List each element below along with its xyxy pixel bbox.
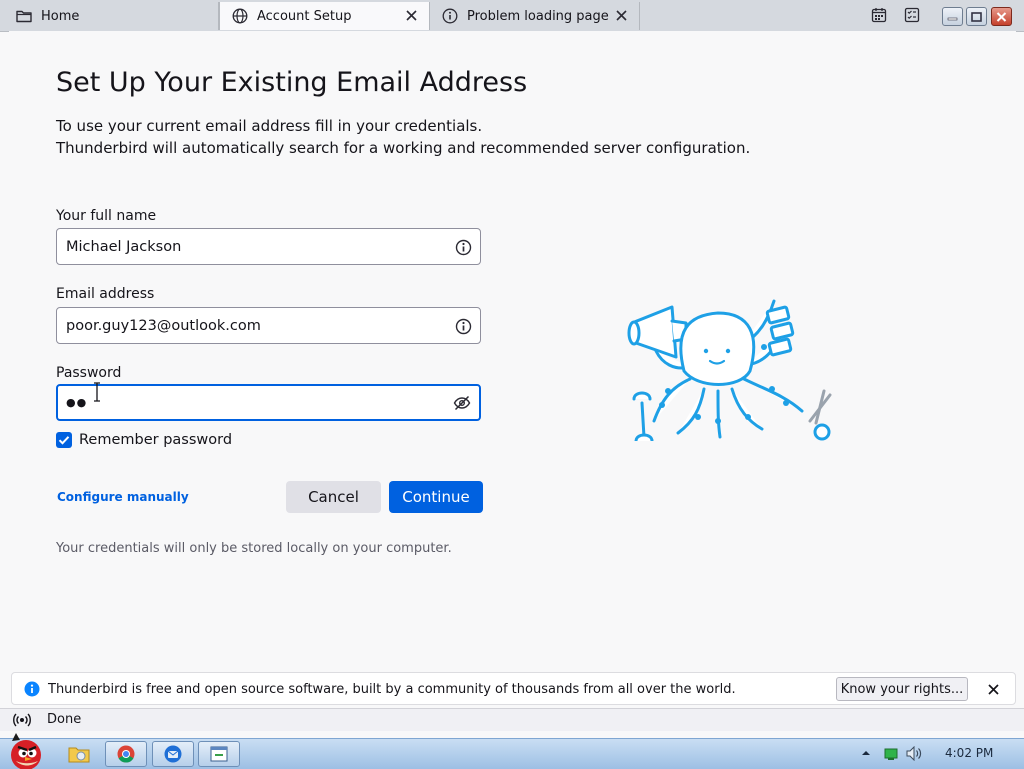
taskbar: 4:02 PM	[0, 733, 1024, 769]
account-setup-page: Set Up Your Existing Email Address To us…	[9, 31, 1016, 668]
remember-password-label: Remember password	[79, 432, 233, 448]
taskbar-google-chrome[interactable]	[105, 741, 147, 767]
email-value: poor.guy123@outlook.com	[66, 317, 261, 334]
tab-home[interactable]: Home	[4, 2, 219, 30]
start-button-angry-bird-icon[interactable]	[2, 731, 48, 769]
info-icon	[442, 8, 458, 24]
tab-problem-loading-page[interactable]: Problem loading page	[430, 2, 640, 30]
checkmark-icon[interactable]	[56, 432, 72, 448]
cancel-button[interactable]: Cancel	[286, 481, 381, 513]
remember-password-checkbox[interactable]: Remember password	[56, 431, 232, 449]
folder-icon	[68, 747, 90, 763]
description-line-2: Thunderbird will automatically search fo…	[56, 139, 751, 157]
notification-bar: Thunderbird is free and open source soft…	[11, 672, 1016, 705]
email-label: Email address	[56, 286, 155, 302]
folder-icon	[16, 8, 32, 24]
taskbar-windows-explorer[interactable]	[58, 741, 100, 767]
globe-icon	[232, 8, 248, 24]
close-window-button[interactable]	[991, 7, 1012, 26]
tab-account-setup[interactable]: Account Setup	[219, 2, 430, 30]
info-icon[interactable]	[454, 317, 472, 335]
maximize-button[interactable]	[966, 7, 987, 26]
octopus-mascot-illustration	[627, 299, 832, 441]
password-field[interactable]: ●●	[56, 384, 481, 421]
page-title: Set Up Your Existing Email Address	[56, 67, 528, 98]
info-icon	[24, 681, 40, 697]
thunderbird-icon	[164, 745, 182, 763]
email-field[interactable]: poor.guy123@outlook.com	[56, 307, 481, 344]
window-icon	[210, 746, 228, 762]
description-line-1: To use your current email address fill i…	[56, 117, 483, 135]
online-status-icon[interactable]	[13, 712, 31, 728]
status-bar: Done	[0, 708, 1024, 731]
close-tab-icon[interactable]	[403, 7, 419, 23]
configure-manually-link[interactable]: Configure manually	[57, 490, 189, 504]
taskbar-thunderbird[interactable]	[152, 741, 194, 767]
tab-label: Account Setup	[257, 8, 352, 24]
calendar-icon[interactable]	[871, 7, 887, 23]
power-status-icon[interactable]	[884, 747, 898, 760]
password-label: Password	[56, 365, 122, 381]
volume-icon[interactable]	[906, 746, 922, 761]
tab-label: Home	[41, 8, 80, 24]
text-cursor-icon	[94, 382, 100, 402]
system-clock[interactable]: 4:02 PM	[945, 746, 993, 760]
hide-password-icon[interactable]	[453, 394, 471, 412]
password-masked-value: ●●	[66, 396, 88, 409]
fullname-label: Your full name	[56, 208, 157, 224]
show-hidden-icons-icon[interactable]	[861, 748, 871, 758]
privacy-note: Your credentials will only be stored loc…	[56, 541, 452, 556]
info-icon[interactable]	[454, 238, 472, 256]
status-text: Done	[47, 712, 82, 727]
tasks-icon[interactable]	[904, 7, 920, 23]
notification-text: Thunderbird is free and open source soft…	[48, 682, 736, 697]
close-tab-icon[interactable]	[613, 7, 629, 23]
minimize-button[interactable]	[942, 7, 963, 26]
fullname-value: Michael Jackson	[66, 238, 182, 255]
tab-strip: Home Account Setup Problem loading page	[0, 0, 1024, 32]
chrome-icon	[117, 745, 135, 763]
close-notification-icon[interactable]	[985, 681, 1001, 697]
continue-button[interactable]: Continue	[389, 481, 483, 513]
know-your-rights-button[interactable]: Know your rights...	[836, 677, 968, 701]
taskbar-window[interactable]	[198, 741, 240, 767]
tab-label: Problem loading page	[467, 8, 609, 24]
fullname-field[interactable]: Michael Jackson	[56, 228, 481, 265]
